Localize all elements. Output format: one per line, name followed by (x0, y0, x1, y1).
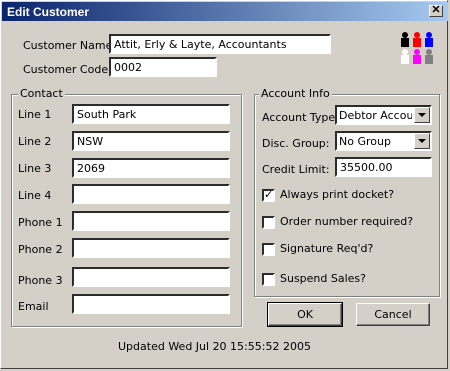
signature-required-checkbox[interactable] (262, 243, 275, 256)
customer-code-field[interactable]: 0002 (109, 57, 217, 77)
updated-timestamp: Updated Wed Jul 20 15:55:52 2005 (118, 340, 311, 353)
always-print-docket-checkbox[interactable]: ✓ (262, 188, 275, 202)
chevron-down-icon[interactable] (414, 107, 430, 123)
edit-customer-window: Edit Customer ✕ Customer Name: Attit, Er… (0, 0, 448, 369)
close-icon: ✕ (431, 4, 441, 16)
account-info-legend: Account Info (259, 87, 332, 100)
line1-label: Line 1 (18, 108, 52, 121)
people-group-icon (401, 32, 433, 64)
account-type-select[interactable]: Debtor Account (335, 105, 432, 125)
phone2-label: Phone 2 (18, 243, 63, 256)
phone3-label: Phone 3 (18, 274, 63, 287)
always-print-docket-label[interactable]: Always print docket? (280, 188, 394, 201)
email-field[interactable] (72, 294, 230, 314)
phone2-field[interactable] (72, 238, 230, 258)
customer-name-field[interactable]: Attit, Erly & Layte, Accountants (109, 34, 331, 54)
checkmark-icon: ✓ (264, 188, 274, 201)
disc-group-label: Disc. Group: (262, 137, 330, 150)
contact-legend: Contact (18, 87, 65, 100)
line4-label: Line 4 (18, 189, 52, 202)
account-type-value: Debtor Account (339, 109, 412, 122)
suspend-sales-checkbox[interactable] (262, 273, 275, 286)
credit-limit-field[interactable]: 35500.00 (335, 157, 432, 177)
disc-group-select[interactable]: No Group (335, 131, 432, 151)
person-icon (401, 32, 433, 64)
phone3-field[interactable] (72, 267, 230, 287)
line2-field[interactable]: NSW (72, 131, 230, 151)
disc-group-value: No Group (339, 135, 391, 148)
line3-field[interactable]: 2069 (72, 158, 230, 178)
signature-required-label[interactable]: Signature Req'd? (280, 242, 373, 255)
account-type-label: Account Type: (262, 111, 339, 124)
line4-field[interactable] (72, 184, 230, 204)
email-label: Email (18, 300, 49, 313)
cancel-button[interactable]: Cancel (356, 303, 430, 326)
suspend-sales-label[interactable]: Suspend Sales? (280, 272, 366, 285)
title-bar[interactable]: Edit Customer ✕ (2, 2, 448, 21)
phone1-label: Phone 1 (18, 216, 63, 229)
line1-field[interactable]: South Park (72, 104, 230, 124)
order-number-required-label[interactable]: Order number required? (280, 215, 413, 228)
customer-name-label: Customer Name: (23, 39, 117, 52)
customer-code-label: Customer Code (23, 63, 109, 76)
order-number-required-checkbox[interactable] (262, 216, 275, 229)
line2-label: Line 2 (18, 135, 52, 148)
chevron-down-icon[interactable] (414, 133, 430, 149)
close-button[interactable]: ✕ (429, 5, 443, 17)
ok-button[interactable]: OK (267, 302, 343, 327)
window-title: Edit Customer (7, 5, 90, 19)
phone1-field[interactable] (72, 211, 230, 231)
line3-label: Line 3 (18, 162, 52, 175)
credit-limit-label: Credit Limit: (262, 163, 330, 176)
